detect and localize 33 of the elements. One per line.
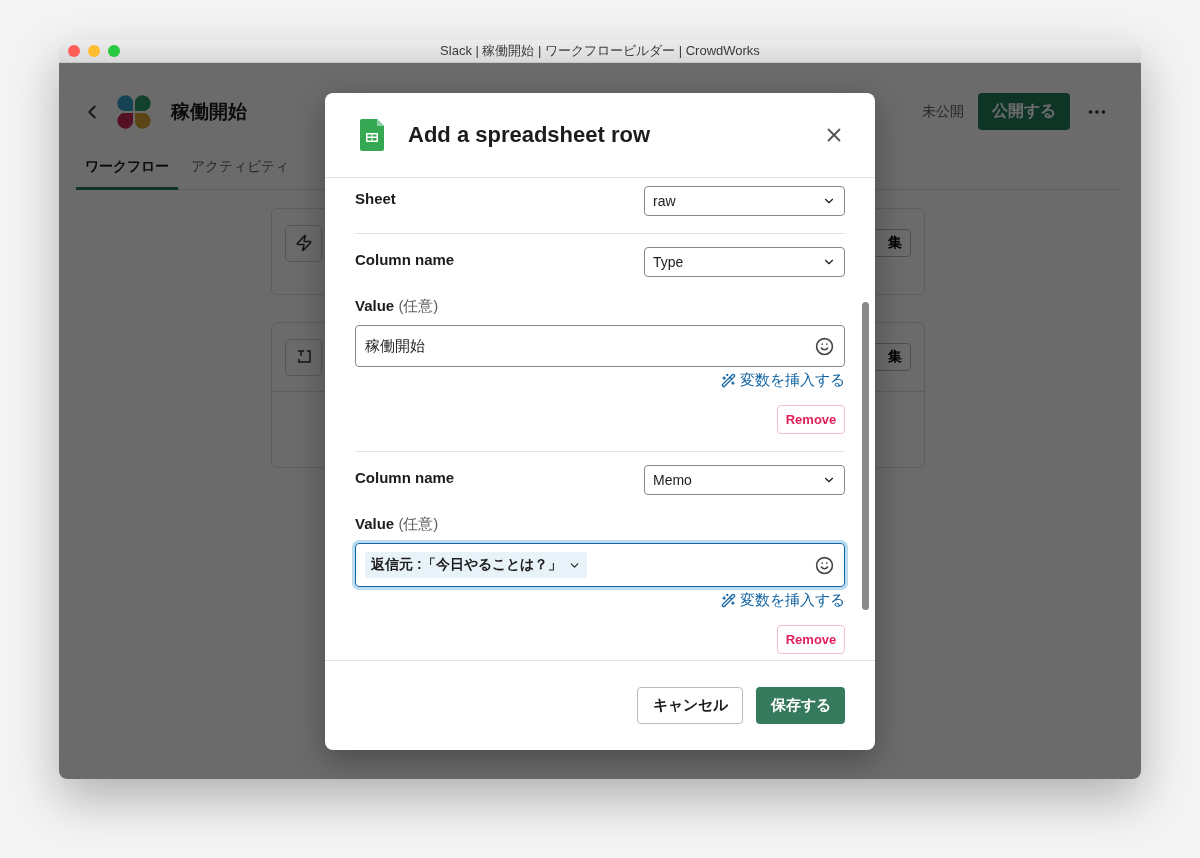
workflow-logo-icon [115,92,153,131]
value-field[interactable]: 稼働開始 [355,325,845,367]
workflow-name: 稼働開始 [171,99,248,124]
insert-variable-link[interactable]: 変数を挿入する [721,591,845,610]
save-button[interactable]: 保存する [756,687,845,724]
remove-button[interactable]: Remove [777,405,845,434]
magic-wand-icon [721,593,736,608]
variable-token[interactable]: 返信元 :「今日やることは？」 [365,552,587,578]
text-box-icon [285,338,322,376]
close-window-icon[interactable] [68,45,80,57]
emoji-icon[interactable] [815,336,834,356]
column-select[interactable]: Memo [644,465,845,495]
field-label: Value (任意) [355,297,440,316]
dialog-title: Add a spreadsheet row [408,122,652,148]
emoji-icon[interactable] [815,555,834,575]
column-select[interactable]: Type [644,247,845,277]
remove-button[interactable]: Remove [777,625,845,654]
value-field[interactable]: 返信元 :「今日やることは？」 [355,543,845,587]
scrollbar-thumb[interactable] [862,302,869,610]
window-title: Slack | 稼働開始 | ワークフロービルダー | CrowdWorks [439,42,761,60]
insert-variable-link[interactable]: 変数を挿入する [721,371,845,390]
field-label: Column name [355,468,455,486]
tab[interactable]: ワークフロー [76,149,178,190]
spreadsheet-icon [360,119,384,151]
magic-wand-icon [721,373,736,388]
field-label: Sheet [355,189,396,207]
status-label: 未公開 [922,102,964,121]
sheet-select[interactable]: raw [644,186,845,216]
field-label: Value (任意) [355,515,440,534]
field-label: Column name [355,250,455,268]
cancel-button[interactable]: キャンセル [637,687,743,724]
lightning-icon [285,224,322,262]
field-value: 稼働開始 [365,336,425,356]
